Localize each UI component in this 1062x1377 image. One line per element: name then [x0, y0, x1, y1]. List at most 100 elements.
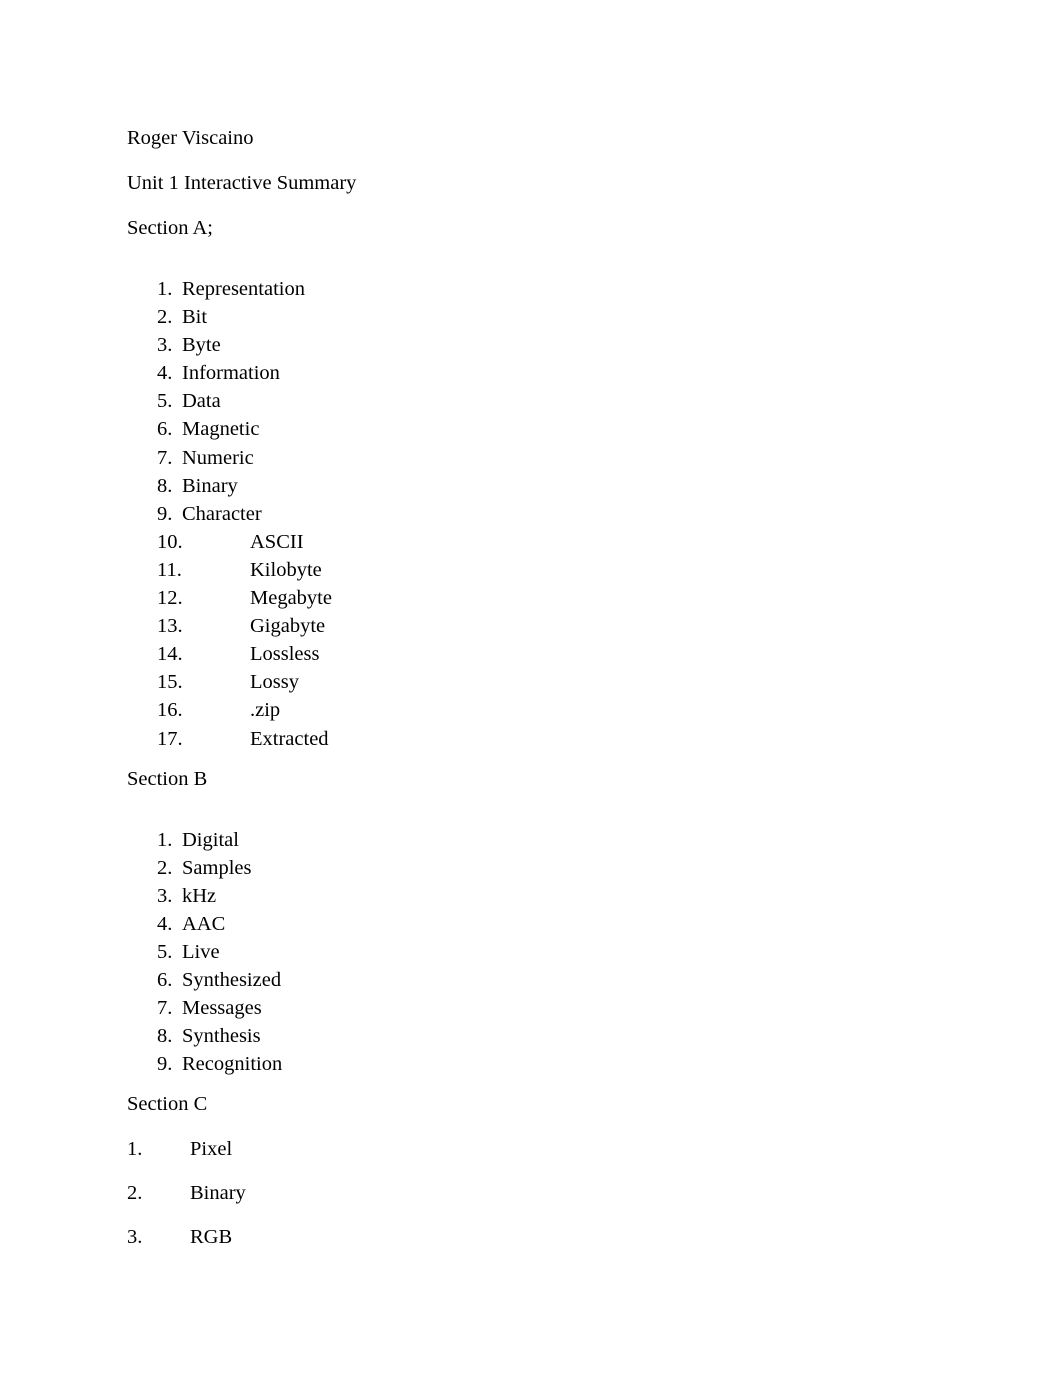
list-item: 11. Kilobyte: [127, 556, 947, 584]
document-page: Roger Viscaino Unit 1 Interactive Summar…: [0, 0, 1062, 1377]
list-item-label: Kilobyte: [250, 558, 322, 581]
list-item-label: Binary: [190, 1182, 246, 1205]
list-item-label: Bit: [182, 306, 208, 329]
list-item-number: 9.: [157, 502, 173, 525]
list-item-number: 6.: [157, 418, 173, 441]
list-item: 6. Synthesized: [127, 966, 947, 994]
list-item-number: 17.: [157, 727, 183, 750]
list-item: 4. Information: [127, 359, 947, 387]
list-item-number: 5.: [157, 940, 173, 963]
list-item-label: AAC: [182, 912, 226, 935]
section-c-list: 1. Pixel 2. Binary 3. RGB: [127, 1138, 947, 1249]
list-item: 3. kHz: [127, 882, 947, 910]
list-item: 3. RGB: [127, 1226, 947, 1249]
list-item: 13. Gigabyte: [127, 612, 947, 640]
list-item: 9. Character: [127, 500, 947, 528]
list-item-label: Data: [182, 390, 221, 413]
list-item-label: Lossless: [250, 643, 320, 666]
list-item-label: Extracted: [250, 727, 329, 750]
list-item-number: 6.: [157, 969, 173, 992]
section-c-heading: Section C: [127, 1093, 208, 1116]
list-item-number: 4.: [157, 362, 173, 385]
list-item: 7. Messages: [127, 994, 947, 1022]
list-item-label: Binary: [182, 474, 238, 497]
list-item-number: 14.: [157, 643, 183, 666]
list-item: 2. Samples: [127, 854, 947, 882]
list-item-label: Byte: [182, 334, 221, 357]
section-b-heading: Section B: [127, 767, 208, 790]
list-item-label: Magnetic: [182, 418, 260, 441]
list-item-label: Megabyte: [250, 587, 332, 610]
list-item-number: 8.: [157, 474, 173, 497]
list-item: 5. Live: [127, 938, 947, 966]
list-item: 7. Numeric: [127, 444, 947, 472]
list-item: 15. Lossy: [127, 668, 947, 696]
list-item: 2. Bit: [127, 303, 947, 331]
list-item: 1. Representation: [127, 275, 947, 303]
list-item-number: 5.: [157, 390, 173, 413]
section-a-list: 1. Representation 2. Bit 3. Byte 4. Information…: [127, 275, 947, 753]
list-item: 1. Digital: [127, 826, 947, 854]
list-item-number: 8.: [157, 1025, 173, 1048]
list-item-label: Recognition: [182, 1053, 283, 1076]
list-item: 8. Synthesis: [127, 1022, 947, 1050]
list-item-number: 10.: [157, 530, 183, 553]
author-line: Roger Viscaino: [127, 127, 254, 149]
list-item-number: 1.: [127, 1138, 143, 1161]
list-item-number: 16.: [157, 699, 183, 722]
list-item-label: Lossy: [250, 671, 299, 694]
list-item: 6. Magnetic: [127, 415, 947, 443]
list-item: 12. Megabyte: [127, 584, 947, 612]
list-item-number: 3.: [157, 884, 173, 907]
list-item: 1. Pixel: [127, 1138, 947, 1161]
list-item-number: 9.: [157, 1053, 173, 1076]
list-item: 2. Binary: [127, 1182, 947, 1205]
list-item: 16. .zip: [127, 696, 947, 724]
list-item-label: Samples: [182, 856, 252, 879]
list-item-label: Synthesis: [182, 1025, 261, 1048]
document-title: Unit 1 Interactive Summary: [127, 172, 357, 194]
list-item-number: 3.: [157, 334, 173, 357]
list-item-number: 15.: [157, 671, 183, 694]
list-item-label: Digital: [182, 828, 239, 851]
list-item-label: Pixel: [190, 1138, 233, 1161]
list-item: 8. Binary: [127, 472, 947, 500]
list-item-label: Numeric: [182, 446, 254, 469]
list-item: 17. Extracted: [127, 725, 947, 753]
list-item: 5. Data: [127, 387, 947, 415]
section-a-heading: Section A;: [127, 217, 213, 239]
document-body: Roger Viscaino Unit 1 Interactive Summar…: [127, 127, 947, 1270]
list-item-label: kHz: [182, 884, 217, 907]
list-item-number: 13.: [157, 615, 183, 638]
list-item-label: Gigabyte: [250, 615, 326, 638]
list-item-number: 7.: [157, 446, 173, 469]
list-item: 4. AAC: [127, 910, 947, 938]
list-item: 10. ASCII: [127, 528, 947, 556]
list-item-number: 2.: [157, 856, 173, 879]
list-item-label: Character: [182, 502, 262, 525]
list-item-number: 1.: [157, 278, 173, 300]
list-item-number: 7.: [157, 997, 173, 1020]
list-item-label: Synthesized: [182, 969, 282, 992]
list-item-number: 2.: [157, 306, 173, 329]
list-item-number: 1.: [157, 828, 173, 851]
list-item: 14. Lossless: [127, 640, 947, 668]
section-b-list: 1. Digital 2. Samples 3. kHz 4. AAC 5. Live 6. Synt…: [127, 826, 947, 1079]
list-item-label: ASCII: [250, 530, 304, 553]
list-item-label: Live: [182, 940, 220, 963]
list-item-label: Information: [182, 362, 280, 385]
list-item-number: 4.: [157, 912, 173, 935]
list-item-number: 2.: [127, 1182, 143, 1205]
list-item-number: 12.: [157, 587, 183, 610]
list-item-number: 3.: [127, 1226, 143, 1249]
list-item-label: .zip: [250, 699, 281, 722]
list-item-number: 11.: [157, 558, 182, 581]
list-item-label: Messages: [182, 997, 262, 1020]
list-item: 3. Byte: [127, 331, 947, 359]
list-item: 9. Recognition: [127, 1050, 947, 1078]
list-item-label: RGB: [190, 1226, 233, 1249]
